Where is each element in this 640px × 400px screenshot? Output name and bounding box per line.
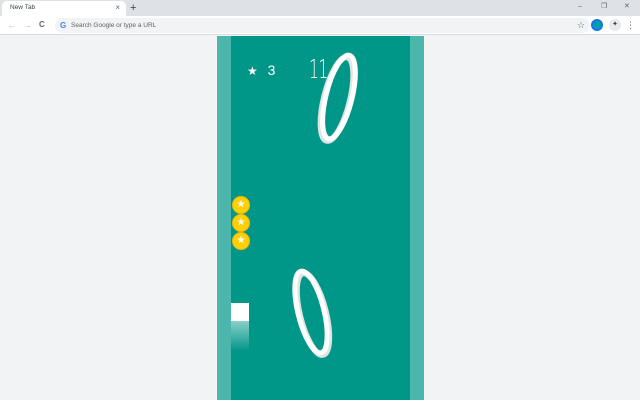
- new-tab-button[interactable]: +: [130, 1, 136, 15]
- tab-title: New Tab: [10, 4, 36, 11]
- minimize-icon[interactable]: –: [578, 2, 582, 12]
- player-trail: [231, 321, 249, 351]
- close-window-icon[interactable]: ✕: [624, 2, 630, 12]
- coin-star-icon: ★: [232, 232, 250, 250]
- ring-bottom: [292, 268, 333, 358]
- google-icon: G: [60, 21, 67, 30]
- profile-avatar-icon[interactable]: [591, 19, 603, 31]
- back-icon[interactable]: ←: [7, 19, 16, 31]
- tab-close-icon[interactable]: ×: [115, 3, 120, 13]
- stars-counter: ★ 3: [247, 60, 275, 81]
- forward-icon[interactable]: →: [23, 19, 32, 31]
- restore-icon[interactable]: ❐: [601, 2, 607, 12]
- tab-new-tab[interactable]: New Tab ×: [2, 1, 126, 16]
- game-canvas[interactable]: ★ 3 11 ★ ★ ★: [217, 36, 424, 400]
- coin-star-icon: ★: [232, 196, 250, 214]
- coin-star-icon: ★: [232, 214, 250, 232]
- omnibox-placeholder: Search Google or type a URL: [71, 22, 157, 29]
- browser-toolbar: ← → C G Search Google or type a URL ☆: [0, 16, 640, 35]
- stars-count: 3: [267, 62, 276, 78]
- extensions-puzzle-icon[interactable]: ✦: [609, 19, 621, 31]
- omnibox[interactable]: G Search Google or type a URL ☆: [55, 18, 590, 33]
- reload-icon[interactable]: C: [39, 19, 45, 31]
- player-square: [231, 303, 249, 321]
- bookmark-star-icon[interactable]: ☆: [577, 19, 585, 31]
- browser-menu-icon[interactable]: ⋮: [626, 19, 635, 31]
- star-icon: ★: [247, 64, 258, 78]
- tab-strip: New Tab × + – ❐ ✕: [0, 0, 640, 16]
- score: 11: [309, 55, 328, 85]
